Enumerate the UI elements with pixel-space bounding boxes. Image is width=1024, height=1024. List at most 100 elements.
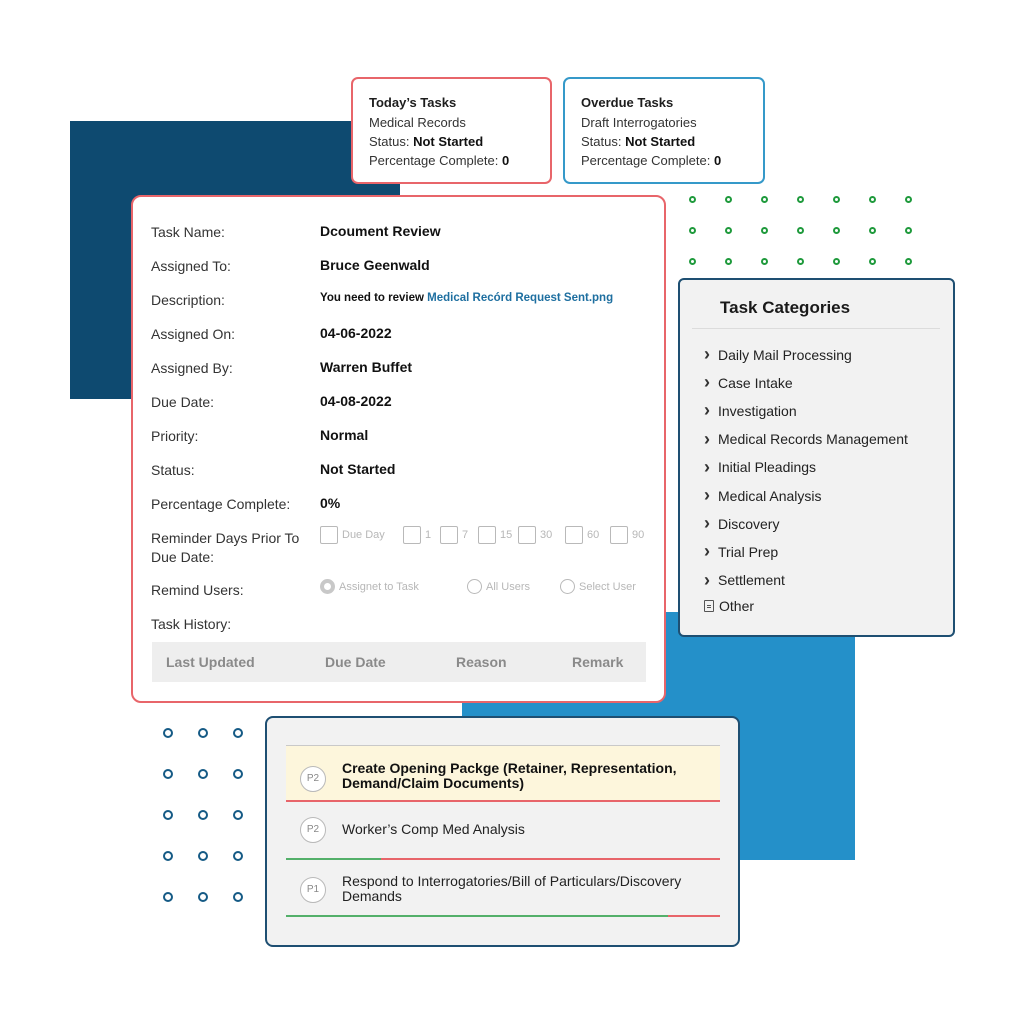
remind-option-2[interactable]: Select User <box>560 579 636 594</box>
assigned-by-label: Assigned By: <box>151 360 233 376</box>
category-label: Medical Analysis <box>718 487 822 504</box>
dot <box>725 227 732 234</box>
priority-badge: P1 <box>300 877 326 903</box>
chevron-right-icon: › <box>704 400 710 421</box>
description-value: You need to review Medical Recórd Reques… <box>320 292 614 304</box>
dot <box>198 728 208 738</box>
checkbox[interactable] <box>610 526 628 544</box>
decorative-blue-dots <box>163 728 243 902</box>
checkbox[interactable] <box>320 526 338 544</box>
radio-button[interactable] <box>560 579 575 594</box>
task-title: Create Opening Packge (Retainer, Represe… <box>342 760 677 791</box>
category-item[interactable]: › Daily Mail Processing <box>704 344 852 365</box>
due-date-value: 04-08-2022 <box>320 393 392 409</box>
task-detail-card: Task Name: Dcoument Review Assigned To: … <box>131 195 666 703</box>
reminder-option-label: Due Day <box>342 529 385 541</box>
percentage-label: Percentage Complete: <box>151 496 291 512</box>
status-label: Status: <box>151 462 195 478</box>
percentage-value: 0% <box>320 495 341 511</box>
history-col-remark: Remark <box>572 654 624 670</box>
assigned-by-value: Warren Buffet <box>320 359 413 375</box>
chevron-right-icon: › <box>704 485 710 505</box>
dot <box>905 227 912 234</box>
due-date-label: Due Date: <box>151 394 215 410</box>
chevron-right-icon: › <box>704 456 710 477</box>
task-list-item[interactable]: P1 Respond to Interrogatories/Bill of Par… <box>286 860 720 917</box>
radio-button[interactable] <box>320 579 335 594</box>
remind-users-label: Remind Users: <box>151 582 244 598</box>
category-label: Settlement <box>718 572 785 589</box>
dot <box>163 769 173 779</box>
category-item[interactable]: › Discovery <box>704 513 779 534</box>
task-history-table-header: Last Updated Due Date Reason Remark <box>152 642 646 682</box>
dot <box>689 196 696 203</box>
dot <box>198 892 208 902</box>
radio-button[interactable] <box>467 579 482 594</box>
dot <box>233 769 243 779</box>
category-item[interactable]: › Settlement <box>704 570 785 591</box>
task-list-item[interactable]: P2 Worker’s Comp Med Analysis <box>286 802 720 860</box>
category-item[interactable]: › Trial Prep <box>704 541 778 562</box>
overdue-task-status: Status: Not Started <box>581 134 696 149</box>
priority-badge: P2 <box>300 817 326 843</box>
dot <box>725 196 732 203</box>
document-icon <box>704 599 714 612</box>
checkbox[interactable] <box>440 526 458 544</box>
category-item[interactable]: Other <box>704 598 754 614</box>
overdue-tasks-card[interactable]: Overdue Tasks Draft Interrogatories Stat… <box>563 77 765 184</box>
todays-tasks-card[interactable]: Today’s Tasks Medical Records Status: No… <box>351 77 552 184</box>
reminder-option-label: 90 <box>632 529 645 541</box>
reminder-option-2[interactable]: 7 <box>440 526 468 544</box>
dot <box>869 258 876 265</box>
category-item[interactable]: › Initial Pleadings <box>704 457 816 478</box>
dot <box>797 227 804 234</box>
remind-option-label: Select User <box>579 580 636 593</box>
reminder-option-label: 15 <box>500 529 513 541</box>
dot <box>869 227 876 234</box>
chevron-right-icon: › <box>704 344 710 364</box>
remind-option-1[interactable]: All Users <box>467 579 530 594</box>
divider <box>692 328 940 329</box>
dot <box>797 196 804 203</box>
overdue-task-percentage: Percentage Complete: 0 <box>581 153 722 168</box>
checkbox[interactable] <box>565 526 583 544</box>
reminder-option-3[interactable]: 15 <box>478 526 512 544</box>
dot <box>833 227 840 234</box>
category-item[interactable]: › Case Intake <box>704 372 793 393</box>
reminder-option-0[interactable]: Due Day <box>320 526 385 544</box>
checkbox[interactable] <box>478 526 496 544</box>
dot <box>163 810 173 820</box>
reminder-option-5[interactable]: 60 <box>565 526 599 544</box>
reminder-option-4[interactable]: 30 <box>518 526 552 544</box>
todays-tasks-title: Today’s Tasks <box>369 95 457 110</box>
dot <box>233 892 243 902</box>
task-categories-panel: Task Categories › Daily Mail Processing › C… <box>678 278 955 637</box>
category-item[interactable]: › Medical Analysis <box>704 485 822 506</box>
assigned-to-label: Assigned To: <box>151 258 231 274</box>
dot <box>761 196 768 203</box>
progress-remaining-line <box>667 915 720 917</box>
checkbox[interactable] <box>518 526 536 544</box>
priority-value: Normal <box>320 427 369 443</box>
remind-option-label: Assignet to Task <box>339 580 419 593</box>
remind-option-0[interactable]: Assignet to Task <box>320 579 419 594</box>
task-name-label: Task Name: <box>151 224 225 240</box>
category-item[interactable]: › Investigation <box>704 400 797 421</box>
task-list-item[interactable]: P2 Create Opening Packge (Retainer, Repre… <box>286 745 720 802</box>
history-col-last-updated: Last Updated <box>166 654 255 670</box>
history-col-due-date: Due Date <box>325 654 386 670</box>
dot <box>761 258 768 265</box>
reminder-option-6[interactable]: 90 <box>610 526 644 544</box>
category-label: Trial Prep <box>718 543 779 560</box>
chevron-right-icon: › <box>704 428 710 449</box>
dot <box>833 258 840 265</box>
chevron-right-icon: › <box>704 541 710 562</box>
assigned-to-value: Bruce Geenwald <box>320 257 430 273</box>
dot <box>905 258 912 265</box>
chevron-right-icon: › <box>704 569 710 590</box>
reminder-option-1[interactable]: 1 <box>403 526 431 544</box>
category-item[interactable]: › Medical Records Management <box>704 429 908 450</box>
checkbox[interactable] <box>403 526 421 544</box>
attachment-link[interactable]: Medical Recórd Request Sent.png <box>427 292 613 304</box>
status-value: Not Started <box>320 461 396 477</box>
